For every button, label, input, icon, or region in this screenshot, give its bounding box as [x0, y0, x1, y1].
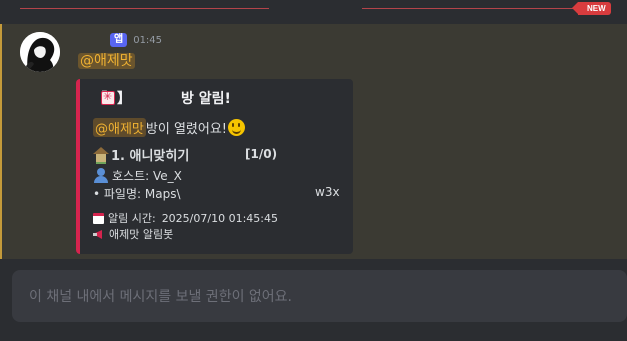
alert-time-field: 알림 시간: 2025/07/10 01:45:45 [93, 210, 278, 226]
composer-placeholder: 이 채널 내에서 메시지를 보낼 권한이 없어요. [29, 289, 292, 305]
user-mention[interactable]: @애제맛 [78, 53, 135, 69]
house-icon [93, 146, 109, 164]
app-badge: 앱 [110, 33, 128, 47]
host-field: 호스트: Ve_X [93, 166, 182, 184]
file-field: • 파일명: Maps\ w3x [93, 185, 343, 201]
megaphone-icon [93, 229, 105, 239]
message-header: 앱 01:45 [78, 31, 162, 49]
embed: 【 】 방 알림! @애제맛 방이 열렸어요! 1. 애니맞히기 [1/0) 호… [76, 79, 353, 254]
calendar-icon [93, 212, 104, 224]
file-extension: w3x [315, 185, 340, 199]
message-content: @애제맛 [78, 51, 135, 71]
user-mention[interactable]: @애제맛 [93, 117, 146, 137]
description-text: 방이 열렸어요! [145, 121, 227, 137]
embed-title-text: 방 알림! [181, 91, 231, 107]
bot-name: 애제맛 알림봇 [109, 228, 174, 241]
new-badge: NEW [572, 2, 611, 15]
smile-emoji-icon [228, 118, 245, 136]
room-field: 1. 애니맞히기 [1/0) [93, 145, 277, 164]
title-bracket-right: 】 [117, 91, 131, 107]
mention-highlight-bar [0, 24, 2, 259]
divider-line [20, 8, 269, 9]
avatar[interactable] [20, 32, 60, 72]
divider-line [362, 8, 580, 9]
author-name-redacted[interactable] [78, 34, 106, 46]
time-label: 알림 시간: [108, 212, 156, 225]
room-name: 1. 애니맞히기 [111, 148, 190, 164]
embed-description: @애제맛 방이 열렸어요! [93, 117, 245, 137]
avatar-image [20, 32, 60, 72]
embed-accent-bar [76, 79, 80, 254]
siren-icon [101, 90, 115, 105]
time-value: 2025/07/10 01:45:45 [161, 211, 278, 225]
message[interactable]: 앱 01:45 @애제맛 【 】 방 알림! @애제맛 방이 열렸어요! 1. … [0, 24, 627, 259]
message-composer[interactable]: 이 채널 내에서 메시지를 보낼 권한이 없어요. [12, 270, 627, 322]
new-messages-divider: NEW [0, 0, 627, 20]
file-name: • 파일명: Maps\ [93, 187, 181, 201]
room-count: [1/0) [245, 147, 278, 161]
embed-footer: 애제맛 알림봇 [93, 226, 173, 242]
person-icon [93, 167, 109, 183]
timestamp[interactable]: 01:45 [133, 35, 162, 46]
embed-title: 【 】 방 알림! [93, 88, 333, 108]
host-text: 호스트: Ve_X [112, 168, 182, 183]
